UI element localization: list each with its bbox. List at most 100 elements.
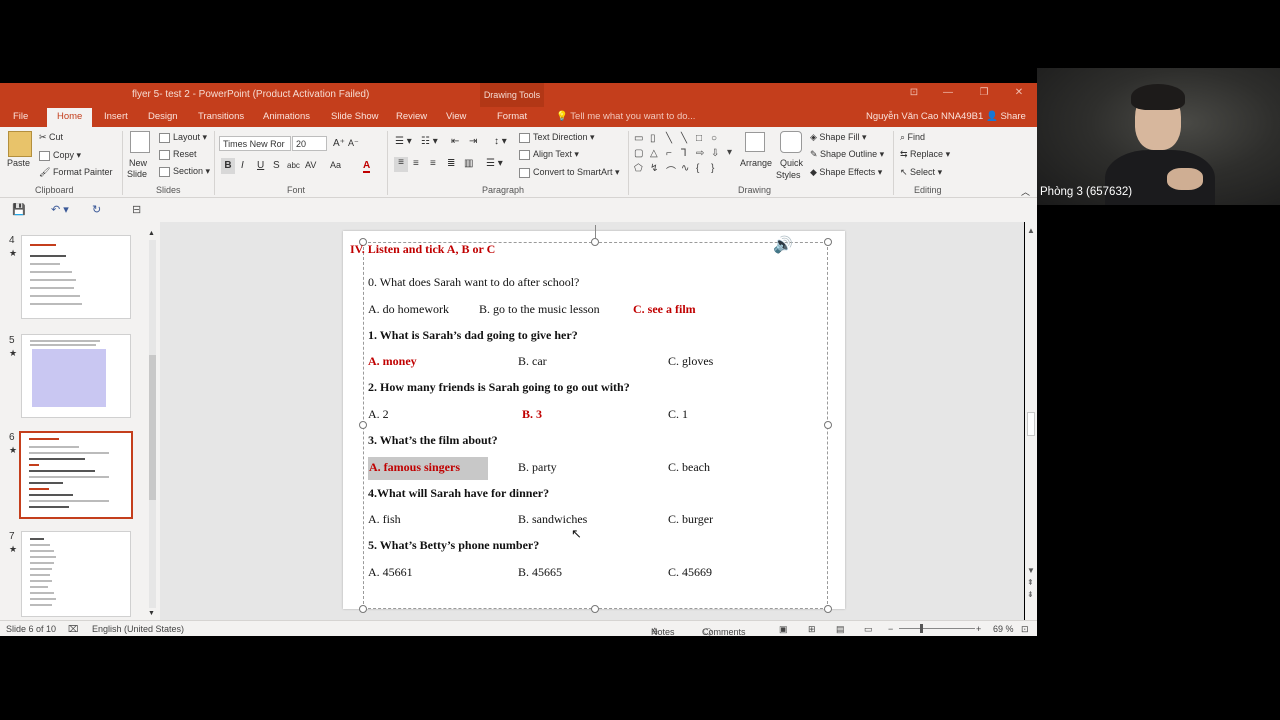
shape-effects-button[interactable]: ◆ Shape Effects ▾ — [810, 167, 882, 178]
layout-button[interactable]: Layout ▾ — [159, 132, 207, 143]
columns-icon[interactable]: ▥ — [464, 158, 473, 169]
find-button[interactable]: ⌕ Find — [900, 132, 925, 143]
scroll-up-icon[interactable]: ▲ — [1027, 226, 1035, 235]
resize-handle[interactable] — [824, 605, 832, 613]
shadow-button[interactable]: abc — [287, 161, 300, 170]
text-box-shape-icon[interactable]: ▭ — [634, 133, 643, 144]
zoom-slider-thumb[interactable] — [920, 624, 923, 633]
text-direction-button[interactable]: Text Direction ▾ — [519, 132, 595, 143]
section-button[interactable]: Section ▾ — [159, 166, 210, 177]
down-arrow-shape-icon[interactable]: ⇩ — [711, 148, 719, 159]
line-shape-icon[interactable]: ╲ — [681, 133, 687, 144]
rotation-handle[interactable] — [595, 225, 596, 238]
numbering-icon[interactable]: ☷ ▾ — [421, 136, 438, 147]
tab-review[interactable]: Review — [396, 111, 427, 122]
left-brace-shape-icon[interactable]: { — [696, 163, 699, 174]
rounded-rect-shape-icon[interactable]: ▢ — [634, 148, 643, 159]
copy-button[interactable]: Copy ▾ — [39, 150, 81, 161]
cut-button[interactable]: ✂ Cut — [39, 132, 63, 143]
zoom-in-icon[interactable]: + — [976, 624, 981, 634]
start-slideshow-icon[interactable]: ⊟ — [132, 203, 141, 216]
right-brace-shape-icon[interactable]: } — [711, 163, 714, 174]
next-slide-icon[interactable]: ⇟ — [1027, 590, 1034, 599]
increase-indent-icon[interactable]: ⇥ — [469, 136, 477, 147]
resize-handle[interactable] — [824, 238, 832, 246]
tab-animations[interactable]: Animations — [263, 111, 310, 122]
char-spacing-button[interactable]: AV — [305, 160, 316, 170]
format-painter-button[interactable]: 🖌 Format Painter — [39, 167, 112, 178]
font-size-select[interactable]: 20 — [292, 136, 327, 151]
italic-button[interactable]: I — [241, 160, 244, 171]
line-spacing-icon[interactable]: ↕ ▾ — [494, 136, 507, 147]
zoom-level[interactable]: 69 % — [993, 624, 1014, 634]
paste-button[interactable]: Paste — [7, 158, 30, 168]
change-case-button[interactable]: Aa — [330, 160, 341, 170]
tab-home[interactable]: Home — [47, 108, 93, 127]
quick-styles-label-2[interactable]: Styles — [776, 170, 801, 180]
slide-thumbnail-5[interactable] — [21, 334, 131, 418]
arrange-button[interactable]: Arrange — [740, 158, 772, 168]
replace-button[interactable]: ⇆ Replace ▾ — [900, 149, 950, 160]
shape-fill-button[interactable]: ◈ Shape Fill ▾ — [810, 132, 866, 143]
scroll-down-icon[interactable]: ▼ — [1027, 566, 1035, 575]
align-center-icon[interactable]: ≡ — [413, 158, 419, 169]
share-button[interactable]: 👤 Share — [986, 111, 1026, 122]
bold-button[interactable]: B — [221, 158, 235, 174]
resize-handle[interactable] — [359, 421, 367, 429]
line-shape-icon[interactable]: ╲ — [666, 133, 672, 144]
rectangle-shape-icon[interactable]: □ — [696, 133, 702, 144]
collapse-ribbon-icon[interactable]: ︿ — [1021, 185, 1030, 198]
resize-handle[interactable] — [591, 238, 599, 246]
shapes-more-icon[interactable]: ▾ — [727, 147, 732, 158]
previous-slide-icon[interactable]: ⇞ — [1027, 578, 1034, 587]
current-slide[interactable]: 🔊 IV. Listen and tick A, B or C 0. What … — [343, 225, 845, 613]
right-arrow-shape-icon[interactable]: ⇨ — [696, 148, 704, 159]
oval-shape-icon[interactable]: ○ — [711, 133, 717, 144]
slideshow-view-icon[interactable]: ▭ — [864, 624, 873, 635]
convert-smartart-button[interactable]: Convert to SmartArt ▾ — [519, 167, 620, 178]
minimize-button[interactable]: — — [938, 87, 958, 98]
tell-me-search[interactable]: 💡 Tell me what you want to do... — [556, 111, 695, 122]
save-icon[interactable]: 💾 — [12, 203, 26, 216]
resize-handle[interactable] — [824, 421, 832, 429]
undo-icon[interactable]: ↶ ▾ — [51, 203, 69, 216]
close-button[interactable]: ✕ — [1009, 87, 1029, 98]
fit-slide-icon[interactable]: ⊡ — [1021, 624, 1029, 635]
columns-dropdown-icon[interactable]: ☰ ▾ — [486, 158, 503, 169]
slide-sorter-icon[interactable]: ⊞ — [808, 624, 816, 635]
font-color-button[interactable]: A — [363, 160, 371, 173]
scroll-up-icon[interactable]: ▲ — [148, 230, 155, 237]
zoom-slider-track[interactable] — [899, 628, 975, 629]
vertical-text-box-shape-icon[interactable]: ▯ — [650, 133, 656, 144]
restore-button[interactable]: ❐ — [974, 87, 994, 98]
user-name[interactable]: Nguyễn Văn Cao NNA49B1 — [866, 111, 983, 122]
spell-check-icon[interactable]: ⌧ — [68, 624, 78, 635]
normal-view-icon[interactable]: ▣ — [779, 624, 788, 635]
bullets-icon[interactable]: ☰ ▾ — [395, 136, 412, 147]
shrink-font-icon[interactable]: A⁻ — [348, 138, 359, 149]
redo-icon[interactable]: ↻ — [92, 203, 101, 216]
underline-button[interactable]: U — [257, 160, 264, 171]
grow-font-icon[interactable]: A⁺ — [333, 138, 345, 149]
slide-thumbnail-4[interactable] — [21, 235, 131, 319]
justify-icon[interactable]: ≣ — [447, 158, 455, 169]
resize-handle[interactable] — [359, 605, 367, 613]
tab-transitions[interactable]: Transitions — [198, 111, 244, 122]
align-text-button[interactable]: Align Text ▾ — [519, 149, 579, 160]
quick-styles-label-1[interactable]: Quick — [780, 158, 803, 168]
tab-slide-show[interactable]: Slide Show — [331, 111, 379, 122]
scroll-down-icon[interactable]: ▼ — [148, 610, 155, 617]
font-name-select[interactable]: Times New Ror — [219, 136, 291, 151]
triangle-shape-icon[interactable]: △ — [650, 148, 658, 159]
shape-outline-button[interactable]: ✎ Shape Outline ▾ — [810, 149, 884, 160]
speaker-icon[interactable]: 🔊 — [773, 235, 793, 255]
new-slide-label-1[interactable]: New — [129, 158, 147, 168]
resize-handle[interactable] — [591, 605, 599, 613]
freeform-shape-icon[interactable]: ↯ — [650, 163, 658, 174]
select-button[interactable]: ↖ Select ▾ — [900, 167, 942, 178]
tab-file[interactable]: File — [13, 111, 28, 122]
curve-shape-icon[interactable]: ∿ — [681, 163, 689, 174]
reading-view-icon[interactable]: ▤ — [836, 624, 845, 635]
tab-format[interactable]: Format — [497, 111, 527, 122]
canvas-scrollbar[interactable]: ▲ ▼ ⇞ ⇟ — [1025, 222, 1037, 620]
